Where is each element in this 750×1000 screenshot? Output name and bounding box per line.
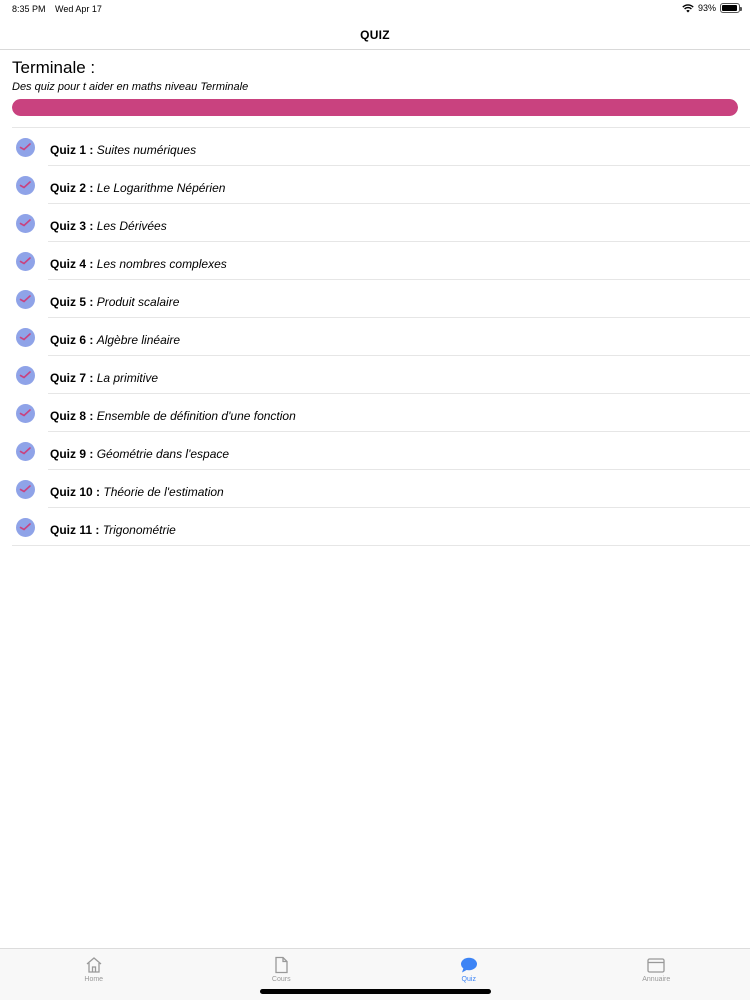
quiz-item[interactable]: Quiz 8 : Ensemble de définition d'une fo… [0, 394, 750, 432]
tab-annuaire-label: Annuaire [642, 976, 671, 983]
quiz-label: Quiz 5 : Produit scalaire [50, 295, 179, 309]
tab-home-label: Home [84, 976, 104, 983]
quiz-topic: Théorie de l'estimation [103, 485, 224, 499]
quiz-topic: Les Dérivées [96, 219, 167, 233]
check-badge-icon [16, 366, 35, 385]
quiz-item[interactable]: Quiz 2 : Le Logarithme Népérien [0, 166, 750, 204]
tab-home[interactable]: Home [0, 949, 188, 1000]
check-badge-icon [16, 138, 35, 157]
quiz-number: Quiz 3 : [50, 219, 94, 233]
quiz-number: Quiz 7 : [50, 371, 94, 385]
quiz-item[interactable]: Quiz 6 : Algèbre linéaire [0, 318, 750, 356]
check-badge-icon [16, 480, 35, 499]
navigation-bar: QUIZ [0, 18, 750, 50]
battery-fill [722, 5, 737, 11]
battery-percent: 93% [697, 3, 716, 13]
check-badge-icon [16, 442, 35, 461]
quiz-topic: Ensemble de définition d'une fonction [96, 409, 296, 423]
check-badge-icon [16, 290, 35, 309]
status-date: Wed Apr 17 [55, 4, 102, 14]
quiz-topic: Les nombres complexes [96, 257, 227, 271]
quiz-topic: La primitive [96, 371, 159, 385]
quiz-item[interactable]: Quiz 4 : Les nombres complexes [0, 242, 750, 280]
quiz-number: Quiz 10 : [50, 485, 101, 499]
quiz-topic: Le Logarithme Népérien [96, 181, 226, 195]
quiz-number: Quiz 8 : [50, 409, 94, 423]
quiz-label: Quiz 2 : Le Logarithme Népérien [50, 181, 225, 195]
tab-cours-label: Cours [271, 976, 291, 983]
quiz-topic: Trigonométrie [102, 523, 176, 537]
quiz-topic: Produit scalaire [96, 295, 180, 309]
quiz-number: Quiz 9 : [50, 447, 94, 461]
quiz-number: Quiz 5 : [50, 295, 94, 309]
check-badge-icon [16, 176, 35, 195]
status-right: 93% [682, 3, 742, 13]
quiz-item[interactable]: Quiz 7 : La primitive [0, 356, 750, 394]
quiz-number: Quiz 1 : [50, 143, 94, 157]
page-title: QUIZ [360, 28, 390, 42]
tab-quiz-label: Quiz [461, 976, 476, 983]
quiz-label: Quiz 9 : Géométrie dans l'espace [50, 447, 229, 461]
home-icon [86, 957, 102, 973]
check-badge-icon [16, 252, 35, 271]
document-icon [275, 956, 288, 974]
quiz-label: Quiz 8 : Ensemble de définition d'une fo… [50, 409, 296, 423]
quiz-topic: Suites numériques [96, 143, 197, 157]
progress-fill [12, 99, 738, 116]
quiz-number: Quiz 2 : [50, 181, 94, 195]
level-header: Terminale : Des quiz pour t aider en mat… [12, 58, 738, 116]
progress-bar [12, 99, 738, 116]
quiz-item[interactable]: Quiz 11 : Trigonométrie [0, 508, 750, 546]
check-badge-icon [16, 404, 35, 423]
quiz-list: Quiz 1 : Suites numériques Quiz 2 : Le Lo… [0, 127, 750, 546]
quiz-label: Quiz 10 : Théorie de l'estimation [50, 485, 224, 499]
quiz-label: Quiz 4 : Les nombres complexes [50, 257, 227, 271]
tab-annuaire[interactable]: Annuaire [563, 949, 750, 1000]
quiz-number: Quiz 4 : [50, 257, 94, 271]
status-bar: 8:35 PM Wed Apr 17 93% [0, 0, 750, 18]
folder-icon [647, 958, 665, 973]
quiz-topic: Géométrie dans l'espace [96, 447, 230, 461]
check-badge-icon [16, 518, 35, 537]
home-indicator [260, 989, 491, 994]
check-badge-icon [16, 328, 35, 347]
quiz-label: Quiz 7 : La primitive [50, 371, 158, 385]
quiz-label: Quiz 1 : Suites numériques [50, 143, 196, 157]
quiz-label: Quiz 6 : Algèbre linéaire [50, 333, 180, 347]
quiz-item[interactable]: Quiz 1 : Suites numériques [0, 128, 750, 166]
quiz-item[interactable]: Quiz 3 : Les Dérivées [0, 204, 750, 242]
check-badge-icon [16, 214, 35, 233]
screen: 8:35 PM Wed Apr 17 93% QUIZ Terminale : … [0, 0, 750, 1000]
status-time: 8:35 PM [12, 4, 46, 14]
quiz-item[interactable]: Quiz 5 : Produit scalaire [0, 280, 750, 318]
quiz-number: Quiz 11 : [50, 523, 100, 537]
battery-icon [720, 3, 742, 13]
quiz-item[interactable]: Quiz 9 : Géométrie dans l'espace [0, 432, 750, 470]
quiz-item[interactable]: Quiz 10 : Théorie de l'estimation [0, 470, 750, 508]
quiz-label: Quiz 11 : Trigonométrie [50, 523, 176, 537]
level-subtitle: Des quiz pour t aider en maths niveau Te… [12, 81, 249, 93]
quiz-topic: Algèbre linéaire [96, 333, 181, 347]
wifi-icon [682, 3, 694, 13]
quiz-number: Quiz 6 : [50, 333, 94, 347]
quiz-label: Quiz 3 : Les Dérivées [50, 219, 167, 233]
chat-bubble-icon [460, 957, 477, 973]
level-title: Terminale : [12, 58, 96, 77]
